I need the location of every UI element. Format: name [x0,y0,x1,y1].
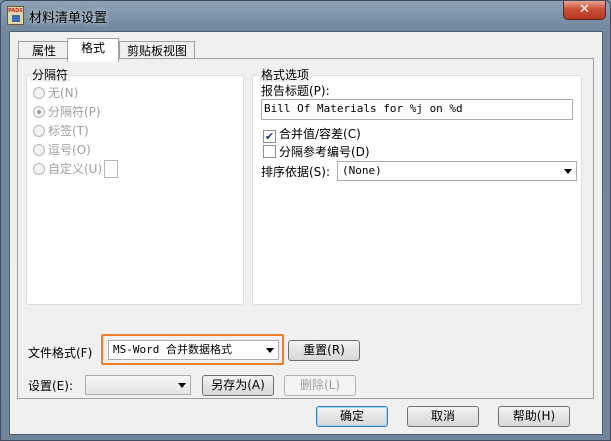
radio-button[interactable] [33,125,45,137]
help-button[interactable]: 帮助(H) [498,406,570,427]
delete-button[interactable]: 删除(L) [284,375,356,396]
report-title-label: 报告标题(P): [261,84,330,98]
ok-button[interactable]: 确定 [316,406,388,427]
radio-none[interactable]: 无(N) [33,84,78,102]
reset-button[interactable]: 重置(R) [288,340,360,361]
sort-by-dropdown[interactable]: (None) [337,161,577,181]
pads-app-icon: PADS [7,6,24,25]
sort-by-label: 排序依据(S): [261,165,331,179]
format-options-title: 格式选项 [259,68,312,82]
radio-tab[interactable]: 标签(T) [33,122,89,140]
save-as-button[interactable]: 另存为(A) [202,375,274,396]
tab-format[interactable]: 格式 [67,38,119,62]
radio-button[interactable] [33,144,45,156]
custom-separator-input[interactable] [104,160,119,178]
radio-button[interactable] [33,106,45,118]
sort-by-value: (None) [342,164,382,177]
chevron-down-icon [178,383,186,388]
report-title-input[interactable]: Bill Of Materials for %j on %d [261,99,573,120]
app-icon-text: PADS [8,8,23,14]
radio-separator[interactable]: 分隔符(P) [33,103,101,121]
format-tab-panel: 分隔符 无(N) 分隔符(P) 标签(T) 逗号(O) 自定义(U) 格式选项 … [17,58,594,399]
radio-custom[interactable]: 自定义(U) [33,160,119,178]
close-icon: ✕ [579,2,590,17]
app-icon-cube [11,15,20,22]
merge-values-checkbox-row[interactable]: ✔ 合并值/容差(C) [263,127,361,143]
split-refdes-checkbox[interactable] [263,145,276,158]
cancel-button[interactable]: 取消 [407,406,479,427]
merge-values-checkbox[interactable]: ✔ [263,130,276,143]
close-button[interactable]: ✕ [563,1,606,20]
split-refdes-checkbox-row[interactable]: 分隔参考编号(D) [263,145,370,159]
window-title: 材料清单设置 [29,11,108,26]
title-bar[interactable]: PADS 材料清单设置 ✕ [1,1,610,29]
file-format-highlight [101,334,284,365]
radio-tab-label: 标签(T) [48,124,89,138]
radio-comma[interactable]: 逗号(O) [33,141,91,159]
merge-values-label: 合并值/容差(C) [279,127,361,141]
settings-label: 设置(E): [28,379,73,393]
radio-comma-label: 逗号(O) [48,143,91,157]
file-format-label: 文件格式(F) [28,346,93,360]
chevron-down-icon [564,169,572,174]
dialog-client-area: 属性 格式 剪贴板视图 分隔符 无(N) 分隔符(P) 标签(T) 逗号(O) [9,31,603,435]
radio-none-label: 无(N) [48,86,79,100]
radio-button[interactable] [33,87,45,99]
radio-custom-label: 自定义(U) [48,162,103,176]
separator-group-title: 分隔符 [30,68,71,82]
radio-separator-label: 分隔符(P) [48,105,101,119]
split-refdes-label: 分隔参考编号(D) [279,145,370,159]
settings-dropdown[interactable] [85,375,191,395]
radio-button[interactable] [33,163,45,175]
bom-settings-dialog: PADS 材料清单设置 ✕ 属性 格式 剪贴板视图 分隔符 无(N) 分隔符(P… [0,0,611,441]
format-options-group: 格式选项 报告标题(P): Bill Of Materials for %j o… [252,68,582,305]
separator-group: 分隔符 无(N) 分隔符(P) 标签(T) 逗号(O) 自定义(U) [26,68,244,305]
